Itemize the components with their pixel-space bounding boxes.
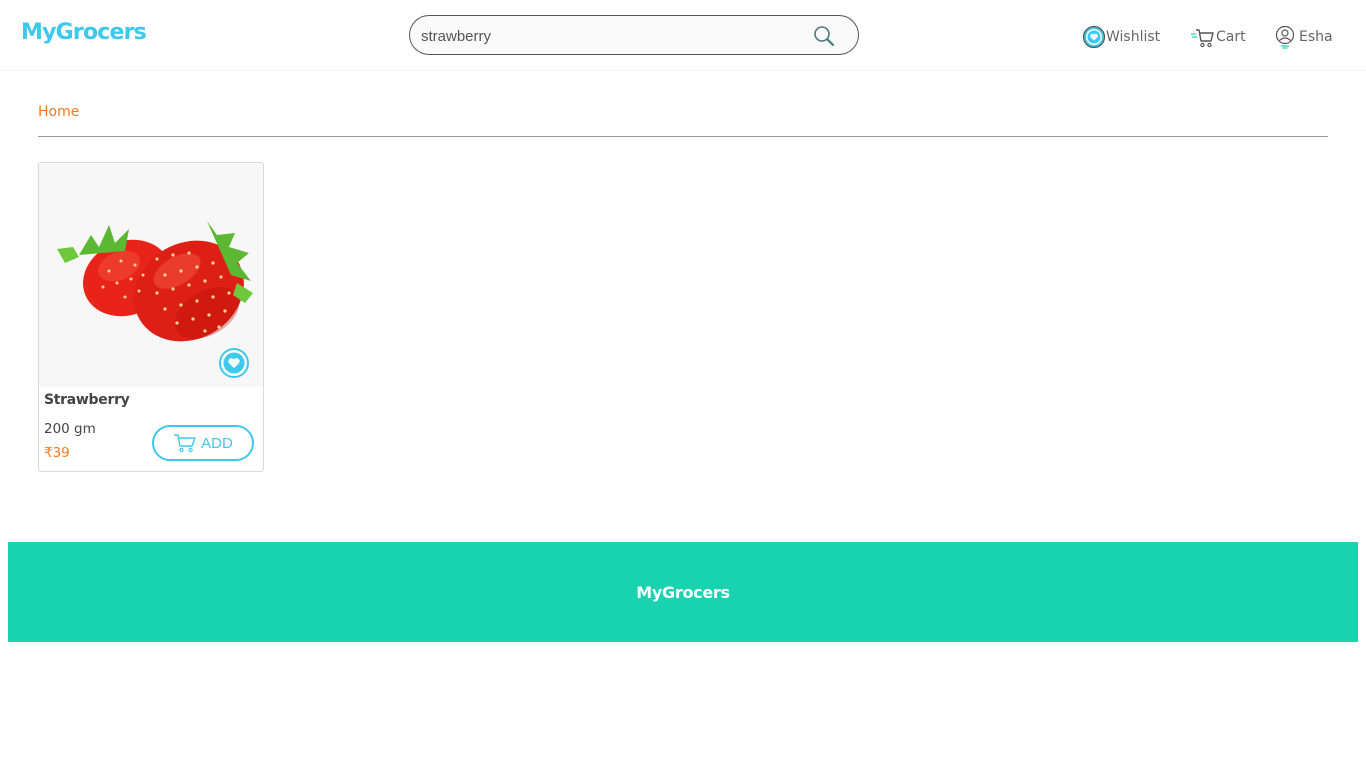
search-icon[interactable]: [812, 24, 836, 48]
top-header: MyGrocers Wishlist Cart: [0, 0, 1366, 71]
divider: [38, 136, 1328, 137]
nav-cart-label: Cart: [1216, 29, 1246, 45]
search-bar: [409, 15, 859, 55]
product-card[interactable]: Strawberry 200 gm ₹39 ADD: [38, 162, 264, 472]
nav-user-label: Esha: [1299, 29, 1333, 45]
product-price: ₹39: [44, 445, 70, 461]
nav-cart[interactable]: Cart: [1190, 25, 1246, 49]
wishlist-heart-icon[interactable]: [218, 347, 250, 379]
cart-icon: [174, 434, 196, 453]
footer: MyGrocers: [8, 542, 1358, 642]
nav-user-account[interactable]: Esha: [1275, 25, 1333, 49]
heart-icon: [1082, 25, 1106, 49]
nav-wishlist-label: Wishlist: [1106, 29, 1161, 45]
product-name: Strawberry: [44, 392, 130, 408]
search-input[interactable]: [421, 25, 801, 47]
user-icon: [1275, 25, 1295, 49]
nav-wishlist[interactable]: Wishlist: [1082, 25, 1160, 49]
breadcrumb-home[interactable]: Home: [38, 104, 79, 120]
footer-title: MyGrocers: [636, 582, 730, 602]
product-quantity: 200 gm: [44, 421, 96, 437]
site-logo[interactable]: MyGrocers: [21, 20, 147, 45]
add-to-cart-button[interactable]: ADD: [152, 425, 254, 461]
cart-icon: [1191, 29, 1214, 48]
add-button-label: ADD: [201, 434, 233, 452]
